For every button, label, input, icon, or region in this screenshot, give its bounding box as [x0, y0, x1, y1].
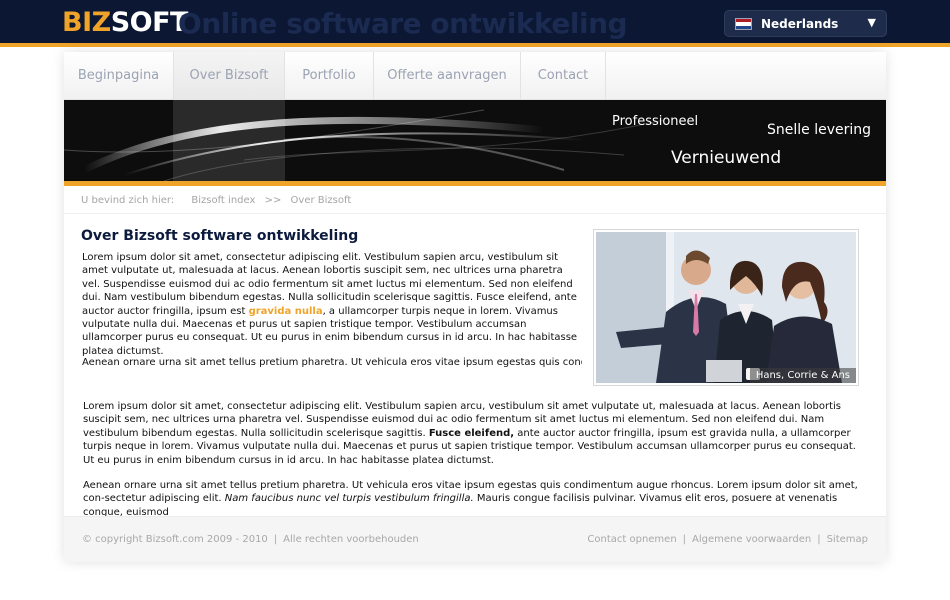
breadcrumb-current[interactable]: Over Bizsoft [291, 195, 352, 206]
footer-left: © copyright Bizsoft.com 2009 - 2010 | Alle… [82, 534, 419, 545]
intro-paragraph-2: Aenean ornare urna sit amet tellus preti… [82, 357, 582, 368]
bizsoft-logo[interactable]: BIZSOFT [62, 7, 188, 38]
body-paragraph-2: Aenean ornare urna sit amet tellus preti… [83, 479, 863, 519]
nav-item-beginpagina[interactable]: Beginpagina [64, 52, 174, 100]
footer-link-contact[interactable]: Contact opnemen [587, 534, 676, 545]
breadcrumb-label: U bevind zich hier: [81, 195, 175, 206]
body-paragraph-1: Lorem ipsum dolor sit amet, consectetur … [83, 400, 863, 467]
banner-text-vernieuwend: Vernieuwend [671, 148, 782, 168]
nav-item-over-bizsoft[interactable]: Over Bizsoft [174, 52, 285, 100]
main-navigation: Beginpagina Over Bizsoft Portfolio Offer… [64, 52, 886, 100]
breadcrumb-separator: >> [264, 195, 282, 206]
top-header: BIZSOFT Online software ontwikkeling Ned… [0, 0, 950, 47]
footer-separator: | [273, 534, 278, 545]
body1-bold: Fusce eleifend, [428, 427, 515, 439]
breadcrumb: U bevind zich hier: Bizsoft index >> Ove… [81, 195, 357, 206]
footer-separator: | [817, 534, 821, 545]
language-select-value: Nederlands [761, 17, 839, 31]
team-photo: Hans, Corrie & Ans [593, 229, 859, 386]
logo-soft: SOFT [110, 7, 189, 38]
divider [64, 213, 886, 214]
logo-biz: BIZ [62, 7, 111, 38]
footer-link-voorwaarden[interactable]: Algemene voorwaarden [692, 534, 811, 545]
language-select[interactable]: Nederlands ▼ [724, 10, 887, 37]
page-container: Beginpagina Over Bizsoft Portfolio Offer… [64, 52, 886, 562]
hero-banner: Professioneel Snelle levering Vernieuwen… [64, 100, 886, 181]
netherlands-flag-icon [735, 18, 752, 30]
footer: © copyright Bizsoft.com 2009 - 2010 | Alle… [64, 516, 886, 562]
nav-item-contact[interactable]: Contact [521, 52, 606, 100]
banner-text-professioneel: Professioneel [612, 114, 699, 129]
chevron-down-icon: ▼ [867, 16, 876, 29]
intro-paragraph: Lorem ipsum dolor sit amet, consectetur … [82, 251, 582, 358]
footer-separator: | [682, 534, 687, 545]
nav-item-offerte-aanvragen[interactable]: Offerte aanvragen [374, 52, 521, 100]
footer-links: Contact opnemen | Algemene voorwaarden | Sit… [587, 534, 868, 545]
intro-highlight: gravida nulla [248, 305, 323, 317]
site-tagline: Online software ontwikkeling [178, 7, 628, 40]
banner-accent-bar [64, 181, 886, 186]
banner-highlight [173, 100, 285, 181]
footer-copyright: © copyright Bizsoft.com 2009 - 2010 [82, 534, 268, 545]
breadcrumb-link-bizsoft-index[interactable]: Bizsoft index [191, 195, 255, 206]
team-photo-image [596, 232, 856, 383]
page-title: Over Bizsoft software ontwikkeling [81, 228, 359, 244]
photo-caption: Hans, Corrie & Ans [749, 368, 856, 383]
footer-link-sitemap[interactable]: Sitemap [827, 534, 868, 545]
footer-rights: Alle rechten voorbehouden [283, 534, 419, 545]
banner-text-snelle-levering: Snelle levering [767, 122, 872, 138]
nav-item-portfolio[interactable]: Portfolio [285, 52, 374, 100]
body2-italic: Nam faucibus nunc vel turpis vestibulum … [224, 493, 474, 505]
